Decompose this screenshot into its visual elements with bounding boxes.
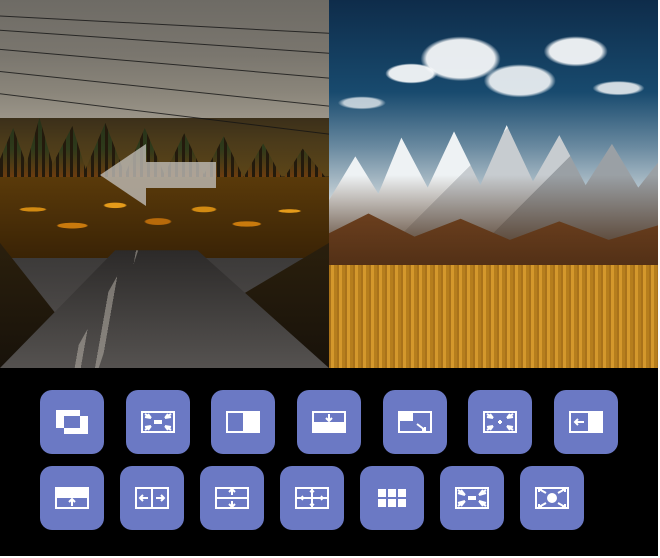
transition-row-2 <box>40 466 618 530</box>
video-transition-picker <box>0 0 658 556</box>
transition-expand-center[interactable] <box>280 466 344 530</box>
transition-split-vertical[interactable] <box>200 466 264 530</box>
transition-panel <box>0 368 658 556</box>
transition-wipe-corner[interactable] <box>383 390 447 454</box>
arrow-left-icon <box>98 140 218 210</box>
transition-zoom-in[interactable] <box>468 390 532 454</box>
transition-wipe-down[interactable] <box>297 390 361 454</box>
preview-area <box>0 0 658 368</box>
preview-clip-a <box>0 0 329 368</box>
transition-wipe-up[interactable] <box>40 466 104 530</box>
transition-zoom-out[interactable] <box>126 390 190 454</box>
preview-clip-b <box>329 0 658 368</box>
transition-crossfade[interactable] <box>40 390 104 454</box>
transition-grid[interactable] <box>360 466 424 530</box>
transition-squeeze[interactable] <box>440 466 504 530</box>
transition-wipe-right[interactable] <box>211 390 275 454</box>
transition-split-horizontal[interactable] <box>120 466 184 530</box>
transition-iris[interactable] <box>520 466 584 530</box>
transition-row-1 <box>40 390 618 454</box>
transition-slide-left[interactable] <box>554 390 618 454</box>
